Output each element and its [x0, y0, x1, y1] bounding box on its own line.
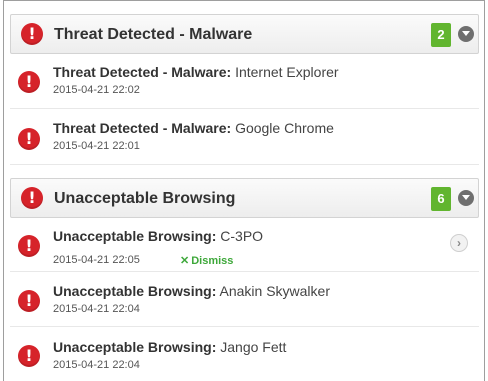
- alert-item[interactable]: ! Threat Detected - Malware: Internet Ex…: [10, 56, 479, 109]
- alerts-panel: ! Threat Detected - Malware 2 ! Threat D…: [3, 0, 485, 381]
- alert-type-label: Unacceptable Browsing:: [53, 228, 217, 244]
- alert-subject: Google Chrome: [235, 120, 334, 136]
- group-title: Threat Detected - Malware: [54, 26, 253, 43]
- alert-type-label: Threat Detected - Malware:: [53, 120, 232, 136]
- dismiss-button[interactable]: ✕ Dismiss: [180, 254, 233, 267]
- chevron-right-icon[interactable]: ›: [450, 234, 468, 252]
- collapse-icon[interactable]: [458, 26, 474, 42]
- alert-icon: !: [18, 235, 40, 257]
- alert-icon: !: [21, 23, 43, 45]
- x-icon: ✕: [180, 255, 190, 267]
- dismiss-label: Dismiss: [191, 255, 234, 267]
- alert-icon: !: [18, 290, 40, 312]
- alert-timestamp: 2015-04-21 22:04: [53, 303, 140, 315]
- alert-type-label: Unacceptable Browsing:: [53, 283, 217, 299]
- alert-icon: !: [18, 71, 40, 93]
- alert-item-title: Unacceptable Browsing: C-3PO: [53, 228, 263, 244]
- alert-subject: Internet Explorer: [235, 64, 339, 80]
- alert-icon: !: [21, 187, 43, 209]
- group-header-unacceptable-browsing[interactable]: ! Unacceptable Browsing 6: [10, 178, 479, 218]
- alert-item-title: Threat Detected - Malware: Google Chrome: [53, 120, 334, 136]
- alert-icon: !: [18, 128, 40, 150]
- alert-type-label: Unacceptable Browsing:: [53, 339, 217, 355]
- alert-type-label: Threat Detected - Malware:: [53, 64, 232, 80]
- alert-item[interactable]: ! Unacceptable Browsing: Anakin Skywalke…: [10, 272, 479, 327]
- alert-timestamp: 2015-04-21 22:05: [53, 254, 140, 266]
- group-title: Unacceptable Browsing: [54, 190, 236, 207]
- alert-timestamp: 2015-04-21 22:02: [53, 84, 140, 96]
- count-badge: 6: [431, 187, 451, 211]
- alert-timestamp: 2015-04-21 22:01: [53, 140, 140, 152]
- alert-subject: C-3PO: [220, 228, 264, 244]
- alert-item-title: Threat Detected - Malware: Internet Expl…: [53, 64, 339, 80]
- group-header-malware[interactable]: ! Threat Detected - Malware 2: [10, 14, 479, 54]
- alert-subject: Anakin Skywalker: [219, 283, 331, 299]
- collapse-icon[interactable]: [458, 190, 474, 206]
- alert-item-title: Unacceptable Browsing: Jango Fett: [53, 339, 286, 355]
- alert-timestamp: 2015-04-21 22:04: [53, 359, 140, 371]
- alert-subject: Jango Fett: [220, 339, 287, 355]
- alert-item[interactable]: ! Threat Detected - Malware: Google Chro…: [10, 109, 479, 165]
- alert-item[interactable]: ! Unacceptable Browsing: C-3PO 2015-04-2…: [10, 220, 479, 272]
- alert-icon: !: [18, 345, 40, 367]
- count-badge: 2: [431, 23, 451, 47]
- alert-item[interactable]: ! Unacceptable Browsing: Jango Fett 2015…: [10, 327, 479, 381]
- alert-item-title: Unacceptable Browsing: Anakin Skywalker: [53, 283, 330, 299]
